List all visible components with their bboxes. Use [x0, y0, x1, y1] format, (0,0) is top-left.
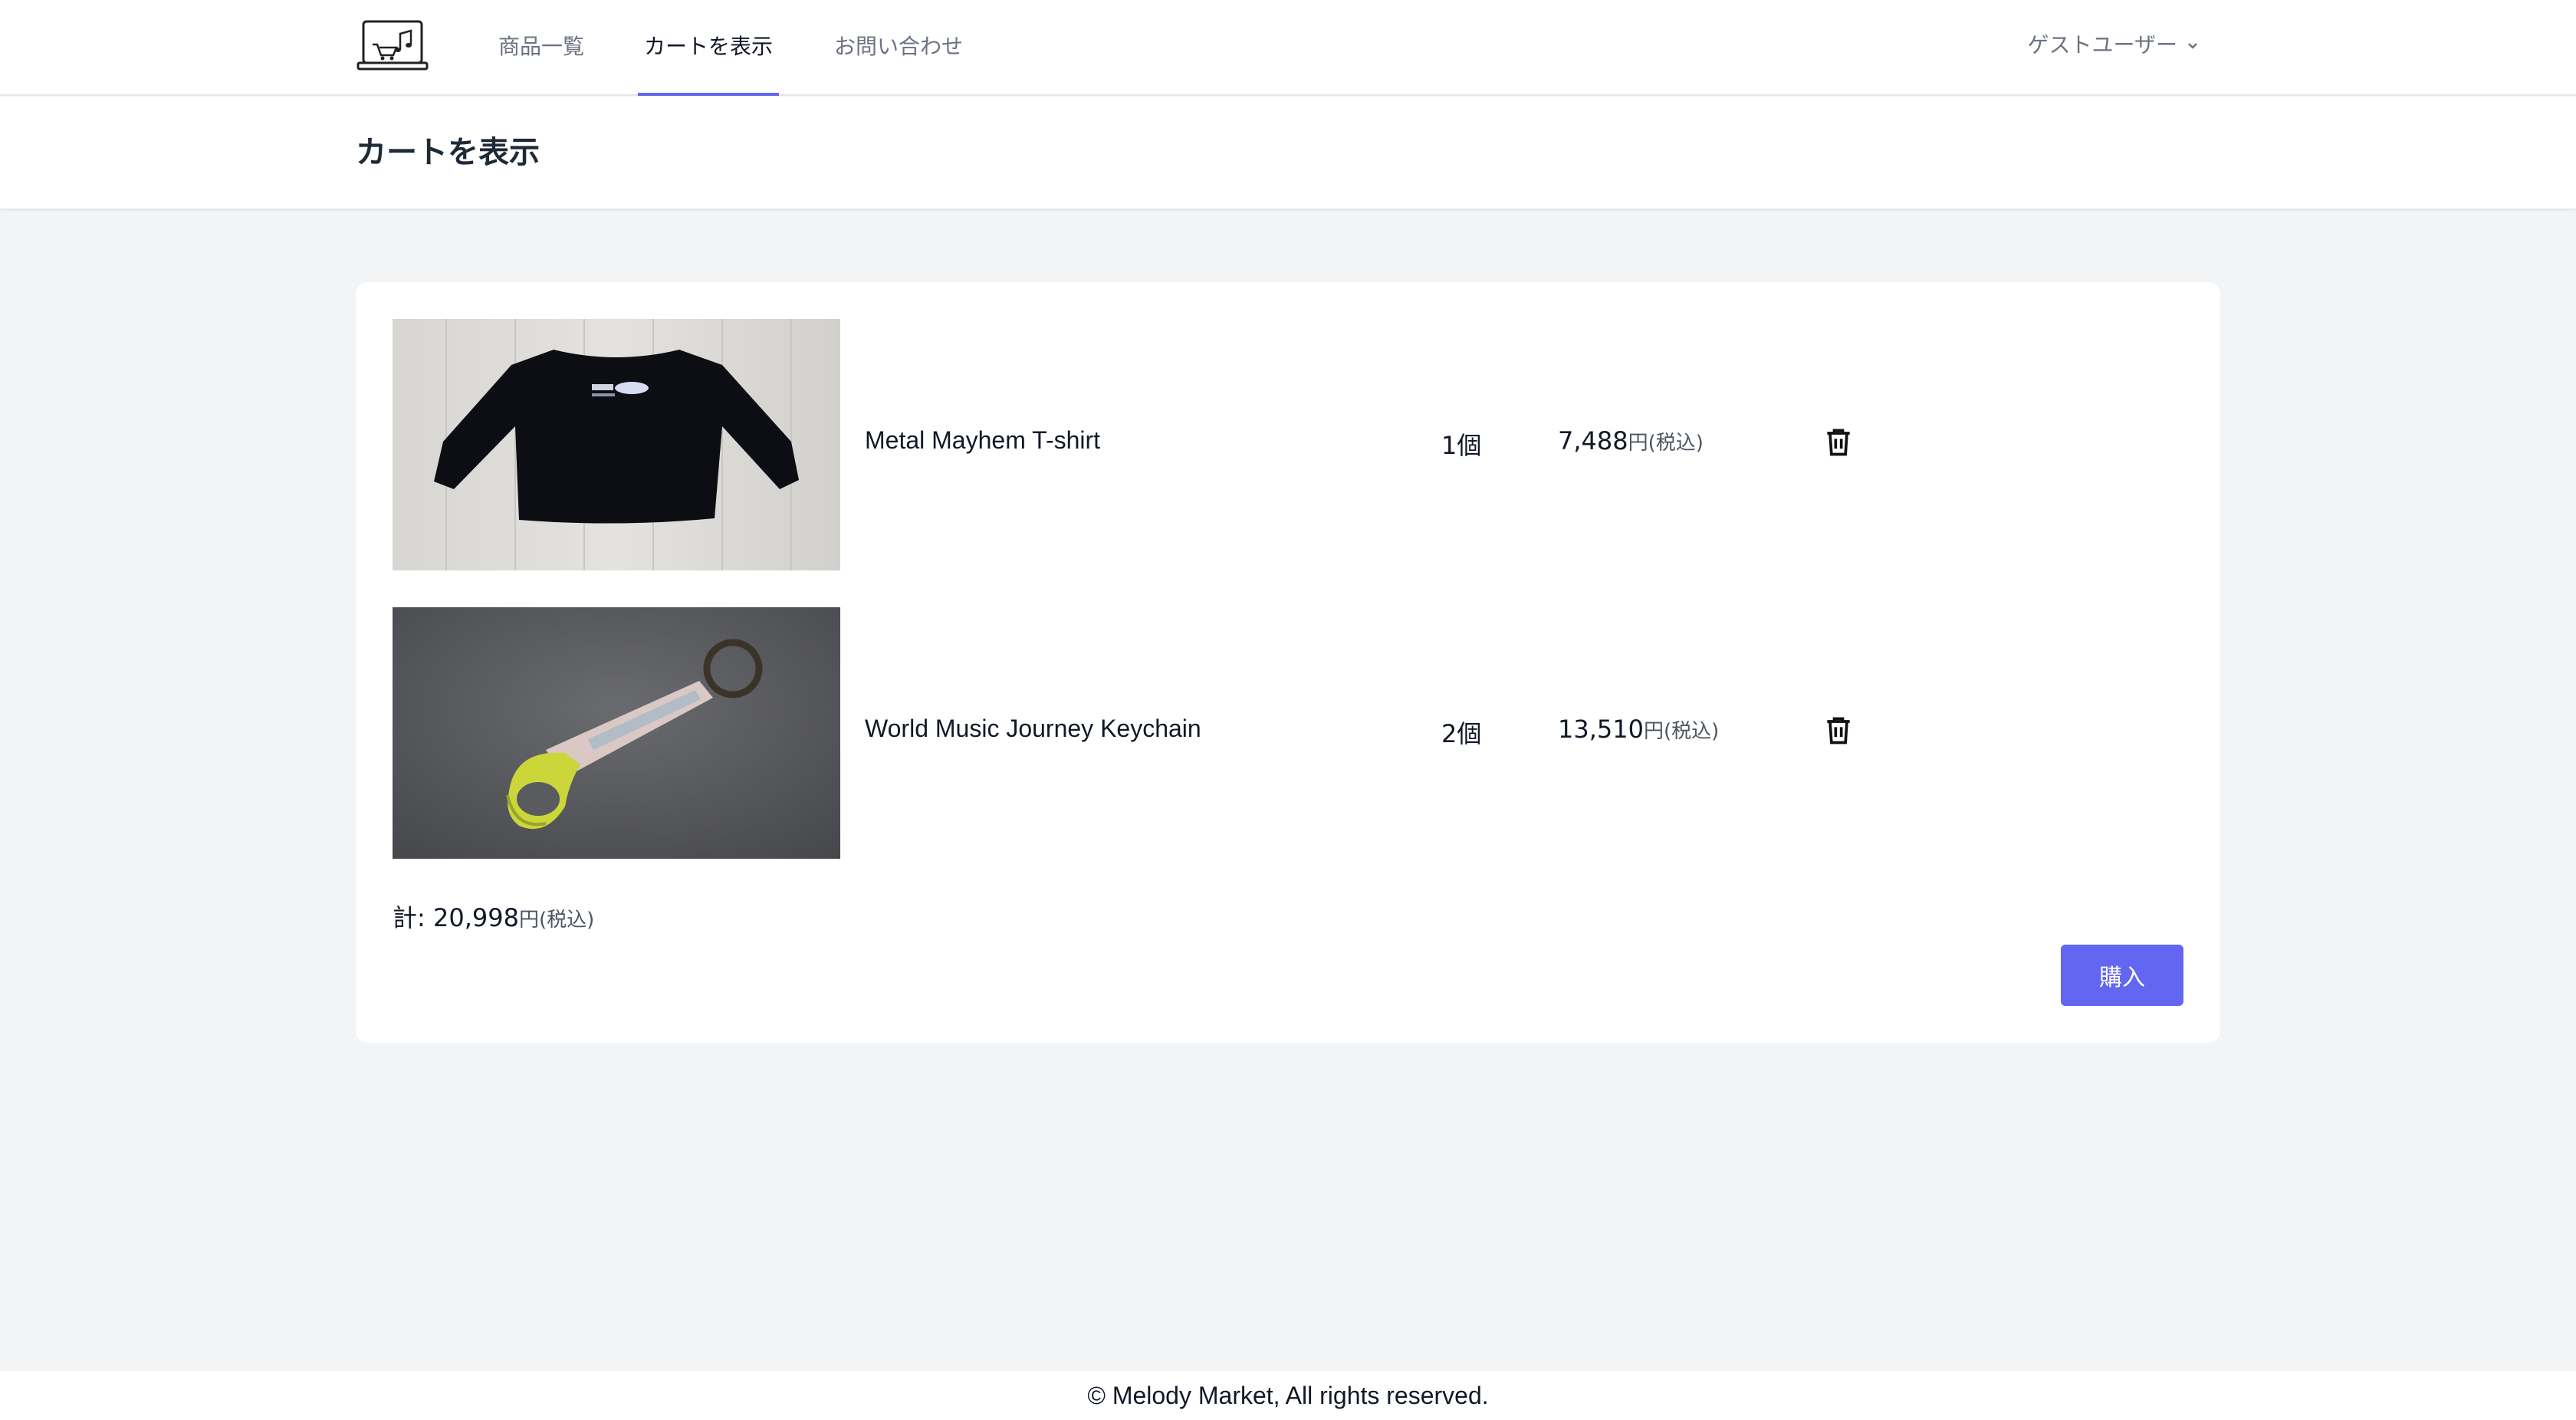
- top-navigation: 商品一覧 カートを表示 お問い合わせ ゲストユーザー: [0, 0, 2576, 96]
- user-menu-label: ゲストユーザー: [2027, 32, 2177, 58]
- price-suffix: 円(税込): [1643, 720, 1720, 743]
- footer-copyright: © Melody Market, All rights reserved.: [1087, 1382, 1489, 1409]
- price-suffix: 円(税込): [1628, 432, 1704, 455]
- chevron-down-icon: [2188, 43, 2197, 49]
- footer: © Melody Market, All rights reserved.: [0, 1371, 2576, 1420]
- total-label: 計:: [393, 903, 433, 932]
- total-suffix: 円(税込): [518, 909, 595, 932]
- price-value: 7,488: [1558, 426, 1628, 455]
- product-price: 7,488円(税込): [1558, 426, 1704, 455]
- price-value: 13,510: [1558, 715, 1644, 744]
- logo-icon[interactable]: [356, 18, 429, 74]
- nav-link-contact[interactable]: お問い合わせ: [828, 0, 969, 96]
- cart-item: Metal Mayhem T-shirt 1個 7,488円(税込): [393, 319, 2183, 570]
- page-title: カートを表示: [356, 135, 540, 170]
- user-menu[interactable]: ゲストユーザー: [2028, 0, 2200, 96]
- product-quantity: 2個: [1441, 719, 1482, 748]
- cart-total: 計: 20,998円(税込): [393, 899, 594, 934]
- product-image[interactable]: [393, 319, 840, 570]
- total-value: 20,998: [432, 903, 519, 932]
- trash-icon[interactable]: [1822, 713, 1855, 747]
- product-image[interactable]: [393, 607, 840, 859]
- nav-link-products[interactable]: 商品一覧: [492, 0, 590, 96]
- cart-item: World Music Journey Keychain 2個 13,510円(…: [393, 607, 2183, 859]
- product-name[interactable]: Metal Mayhem T-shirt: [865, 426, 1100, 455]
- cart-card: Metal Mayhem T-shirt 1個 7,488円(税込) World…: [356, 282, 2220, 1043]
- product-price: 13,510円(税込): [1558, 715, 1719, 744]
- page-header: カートを表示: [0, 97, 2576, 209]
- nav-link-cart[interactable]: カートを表示: [638, 0, 780, 96]
- trash-icon[interactable]: [1822, 425, 1855, 459]
- buy-button[interactable]: 購入: [2061, 945, 2183, 1006]
- product-name[interactable]: World Music Journey Keychain: [865, 715, 1201, 743]
- product-quantity: 1個: [1441, 431, 1482, 460]
